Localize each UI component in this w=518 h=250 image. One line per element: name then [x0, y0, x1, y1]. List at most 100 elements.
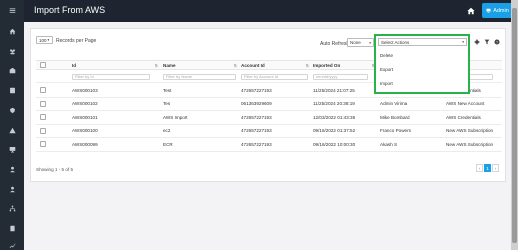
- top-header: Import From AWS Admin: [24, 0, 518, 22]
- filter-account-id-input[interactable]: Filter by Account Id: [241, 73, 308, 80]
- auto-refresh-select[interactable]: None ▾: [347, 38, 374, 47]
- records-per-page-value: 100: [39, 37, 47, 43]
- cell-name: ECR: [163, 141, 173, 147]
- cell-account-id: 472657227193: [241, 114, 272, 120]
- row-checkbox[interactable]: [40, 114, 46, 121]
- user-shield-icon[interactable]: [0, 183, 24, 195]
- auto-refresh-value: None: [350, 40, 361, 45]
- column-account-id[interactable]: Account Id ⇅: [241, 61, 311, 69]
- records-per-page-label: Records per Page: [56, 38, 97, 44]
- building-icon[interactable]: [0, 64, 24, 76]
- cell-account-id: 472657227193: [241, 141, 272, 147]
- cell-name: AWS Import: [163, 114, 188, 120]
- list-icon[interactable]: [0, 84, 24, 96]
- column-name[interactable]: Name ⇅: [163, 61, 239, 69]
- cell-account-id: 472657227193: [241, 128, 272, 134]
- select-all-checkbox-cell: [40, 61, 50, 69]
- action-export[interactable]: Export: [380, 67, 393, 72]
- cell-name: ec2: [163, 128, 171, 134]
- cell-type: AWS New Account: [446, 101, 485, 107]
- filter-icon[interactable]: [483, 38, 490, 45]
- select-all-checkbox[interactable]: [40, 62, 46, 68]
- chevron-down-icon: ▾: [369, 40, 371, 45]
- row-checkbox[interactable]: [40, 127, 46, 134]
- chevron-down-icon: ▾: [47, 38, 50, 42]
- content-card: 100 ▾ Records per Page Auto Refresh None…: [30, 28, 506, 182]
- table-row[interactable]: AWS000100 ec2 472657227193 09/16/2022 01:37…: [36, 125, 502, 138]
- help-icon[interactable]: ?: [493, 38, 500, 45]
- filter-id-input[interactable]: Filter by Id: [72, 73, 150, 80]
- people-icon[interactable]: [0, 45, 24, 57]
- cell-account-id: 472657227193: [241, 87, 272, 93]
- row-checkbox[interactable]: [40, 87, 46, 94]
- admin-label: Admin: [493, 7, 509, 14]
- table-row[interactable]: AWS000099 ECR 472657227193 09/16/2022 10:00…: [36, 138, 502, 152]
- filter-imported-on-input[interactable]: mm/dd/yyyy: [313, 73, 368, 80]
- user-icon[interactable]: [0, 163, 24, 175]
- cell-imported-on: 12/03/2022 01:43:36: [313, 114, 356, 120]
- page-button-1[interactable]: 1: [484, 164, 491, 172]
- cell-type: New AWS Subscription: [446, 141, 494, 147]
- cell-type: New AWS Subscription: [446, 128, 494, 134]
- table-row[interactable]: AWS000101 AWS Import 472657227193 12/03/202…: [36, 111, 502, 125]
- filter-type-input[interactable]: [469, 73, 493, 80]
- cell-imported-by: Akash S: [380, 141, 398, 147]
- row-checkbox[interactable]: [40, 100, 46, 107]
- home-icon[interactable]: [466, 6, 476, 16]
- sort-icon: ⇅: [233, 62, 237, 68]
- pagination: ‹ 1 ›: [476, 164, 499, 172]
- sidebar: [0, 0, 24, 250]
- records-per-page-select[interactable]: 100 ▾: [36, 36, 53, 44]
- cell-imported-by: Franco Powers: [380, 128, 411, 134]
- alert-icon[interactable]: [0, 124, 24, 136]
- cell-id: AWS000101: [72, 114, 98, 120]
- svg-text:?: ?: [496, 40, 498, 44]
- cell-imported-on: 09/16/2022 10:00:30: [313, 141, 356, 147]
- cell-id: AWS000102: [72, 101, 98, 107]
- row-checkbox: [40, 84, 50, 97]
- cell-account-id: 061363929609: [241, 101, 272, 107]
- cell-imported-on: 09/16/2022 01:37:52: [313, 128, 356, 134]
- menu-icon[interactable]: [0, 4, 24, 16]
- showing-count: Showing 1 - 5 of 5: [36, 167, 74, 172]
- book-icon[interactable]: [0, 222, 24, 234]
- cell-name: Test: [163, 87, 172, 93]
- cell-name: Tes: [163, 101, 171, 107]
- next-page-button[interactable]: ›: [492, 164, 499, 172]
- prev-page-button[interactable]: ‹: [476, 164, 483, 172]
- chevron-down-icon: ▾: [462, 40, 464, 44]
- sort-icon: ⇅: [305, 62, 309, 68]
- row-checkbox: [40, 138, 50, 151]
- dashboard-icon[interactable]: [0, 25, 24, 37]
- network-icon[interactable]: [0, 202, 24, 214]
- cell-id: AWS000099: [72, 141, 98, 147]
- row-checkbox: [40, 125, 50, 138]
- column-id[interactable]: Id ⇅: [72, 61, 160, 69]
- toolbar-icons: ?: [473, 38, 500, 45]
- security-icon[interactable]: [0, 104, 24, 116]
- page-title: Import From AWS: [34, 5, 106, 15]
- cell-id: AWS000100: [72, 128, 98, 134]
- row-checkbox: [40, 98, 50, 111]
- gear-icon[interactable]: [473, 38, 480, 45]
- cell-imported-on: 11/25/2024 20:38:19: [313, 101, 355, 107]
- select-actions[interactable]: Select Actions ▾: [378, 38, 467, 46]
- row-checkbox[interactable]: [40, 141, 46, 148]
- cell-imported-on: 11/25/2024 21:07:25: [313, 87, 355, 93]
- action-delete[interactable]: Delete: [380, 53, 393, 58]
- actions-dropdown: Select Actions ▾ Delete Export Import: [374, 34, 470, 94]
- table-row[interactable]: AWS000102 Tes 061363929609 11/25/2024 20:38…: [36, 98, 502, 111]
- monitor-icon: [486, 8, 491, 13]
- monitor-icon[interactable]: [0, 143, 24, 155]
- admin-button[interactable]: Admin: [482, 3, 513, 18]
- action-import[interactable]: Import: [380, 81, 393, 86]
- chart-icon[interactable]: [0, 240, 24, 250]
- select-actions-placeholder: Select Actions: [381, 39, 410, 45]
- column-imported-on[interactable]: Imported On⇅: [313, 61, 377, 69]
- scrollbar-thumb[interactable]: [512, 8, 517, 243]
- cell-imported-by: Admin Virima: [380, 101, 408, 107]
- cell-type: AWS Credentials: [446, 114, 481, 120]
- auto-refresh-label: Auto Refresh: [320, 41, 350, 47]
- filter-name-input[interactable]: Filter by Name: [163, 73, 236, 80]
- row-checkbox: [40, 111, 50, 124]
